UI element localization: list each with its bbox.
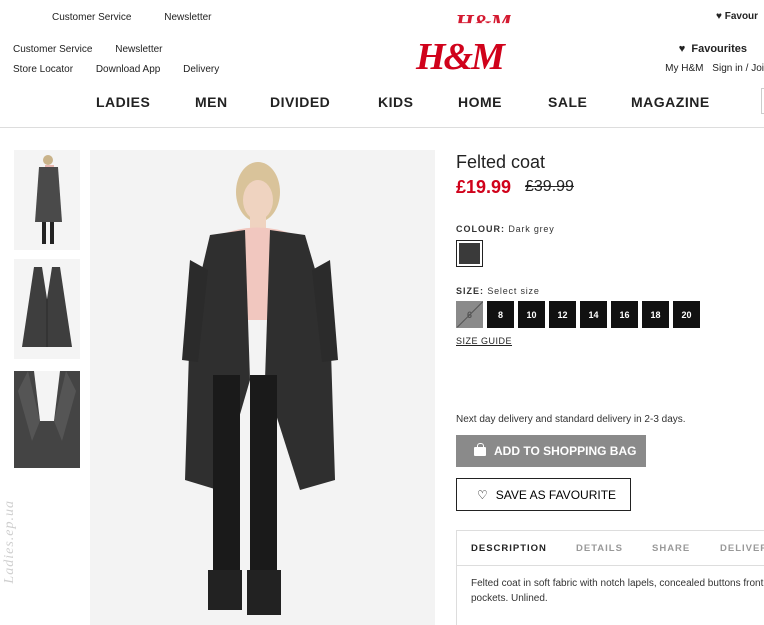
save-favourite-button[interactable]: ♡ SAVE AS FAVOURITE <box>456 478 631 511</box>
product-main-image <box>90 150 435 625</box>
heart-outline-icon: ♡ <box>477 487 488 502</box>
utility-links-right: ♥ Favourites My H&M Sign in / Joi <box>659 39 764 79</box>
ghost-customer-service: Customer Service <box>52 12 132 23</box>
ghost-top-links: Customer Service Newsletter <box>52 12 242 23</box>
colour-label: COLOUR: <box>456 224 505 234</box>
tab-share[interactable]: SHARE <box>652 543 690 554</box>
ghost-newsletter: Newsletter <box>164 12 212 23</box>
product-info-tabs: DESCRIPTION DETAILS SHARE DELIVER Felted… <box>456 530 764 625</box>
ghost-logo: H&M <box>455 11 511 37</box>
size-value: Select size <box>487 286 540 296</box>
size-16[interactable]: 16 <box>611 301 638 328</box>
size-18[interactable]: 18 <box>642 301 669 328</box>
thumbnail-detail[interactable] <box>14 371 80 468</box>
thumbnail-model[interactable] <box>14 150 80 250</box>
size-selector: 6 8 10 12 14 16 18 20 <box>456 301 700 328</box>
nav-ladies[interactable]: LADIES <box>96 94 150 110</box>
customer-service-link[interactable]: Customer Service <box>13 44 92 55</box>
size-6[interactable]: 6 <box>456 301 483 328</box>
shopping-bag-icon <box>474 442 486 456</box>
size-20[interactable]: 20 <box>673 301 700 328</box>
size-8[interactable]: 8 <box>487 301 514 328</box>
add-to-bag-label: ADD TO SHOPPING BAG <box>494 444 637 458</box>
download-app-link[interactable]: Download App <box>96 64 161 75</box>
colour-line: COLOUR: Dark grey <box>456 224 555 234</box>
size-line: SIZE: Select size <box>456 286 540 296</box>
watermark: Ladies.ep.ua <box>2 500 17 584</box>
ghost-favourites: ♥ Favour <box>716 11 759 22</box>
nav-sale[interactable]: SALE <box>548 94 587 110</box>
nav-kids[interactable]: KIDS <box>378 94 413 110</box>
size-14[interactable]: 14 <box>580 301 607 328</box>
add-to-bag-button[interactable]: ADD TO SHOPPING BAG <box>456 435 646 467</box>
newsletter-link[interactable]: Newsletter <box>115 44 162 55</box>
tab-delivery[interactable]: DELIVER <box>720 543 764 554</box>
store-locator-link[interactable]: Store Locator <box>13 64 73 75</box>
nav-divided[interactable]: DIVIDED <box>270 94 330 110</box>
size-10[interactable]: 10 <box>518 301 545 328</box>
delivery-note: Next day delivery and standard delivery … <box>456 414 686 425</box>
utility-links-left: Customer Service Newsletter Store Locato… <box>13 40 239 80</box>
hm-logo[interactable]: H&M <box>416 35 505 79</box>
favourites-link[interactable]: ♥ Favourites <box>659 39 747 59</box>
save-favourite-label: SAVE AS FAVOURITE <box>495 487 617 502</box>
nav-divider <box>0 127 764 128</box>
sale-price: £19.99 <box>456 177 512 197</box>
tab-description[interactable]: DESCRIPTION <box>471 543 547 554</box>
description-text: Felted coat in soft fabric with notch la… <box>471 578 764 604</box>
product-title: Felted coat <box>456 152 546 172</box>
colour-swatch-dark-grey[interactable] <box>456 240 483 267</box>
size-label: SIZE: <box>456 286 485 296</box>
delivery-link[interactable]: Delivery <box>183 64 219 75</box>
heart-icon: ♥ <box>678 43 686 55</box>
size-guide-link[interactable]: SIZE GUIDE <box>456 336 512 346</box>
nav-magazine[interactable]: MAGAZINE <box>631 94 710 110</box>
thumbnail-flat[interactable] <box>14 259 80 359</box>
sign-in-link[interactable]: Sign in / Joi <box>712 63 764 74</box>
original-price: £39.99 <box>525 178 574 195</box>
tab-details[interactable]: DETAILS <box>576 543 623 554</box>
my-hm-link[interactable]: My H&M <box>665 63 703 74</box>
size-12[interactable]: 12 <box>549 301 576 328</box>
colour-value: Dark grey <box>508 224 555 234</box>
nav-home[interactable]: HOME <box>458 94 502 110</box>
nav-men[interactable]: MEN <box>195 94 228 110</box>
